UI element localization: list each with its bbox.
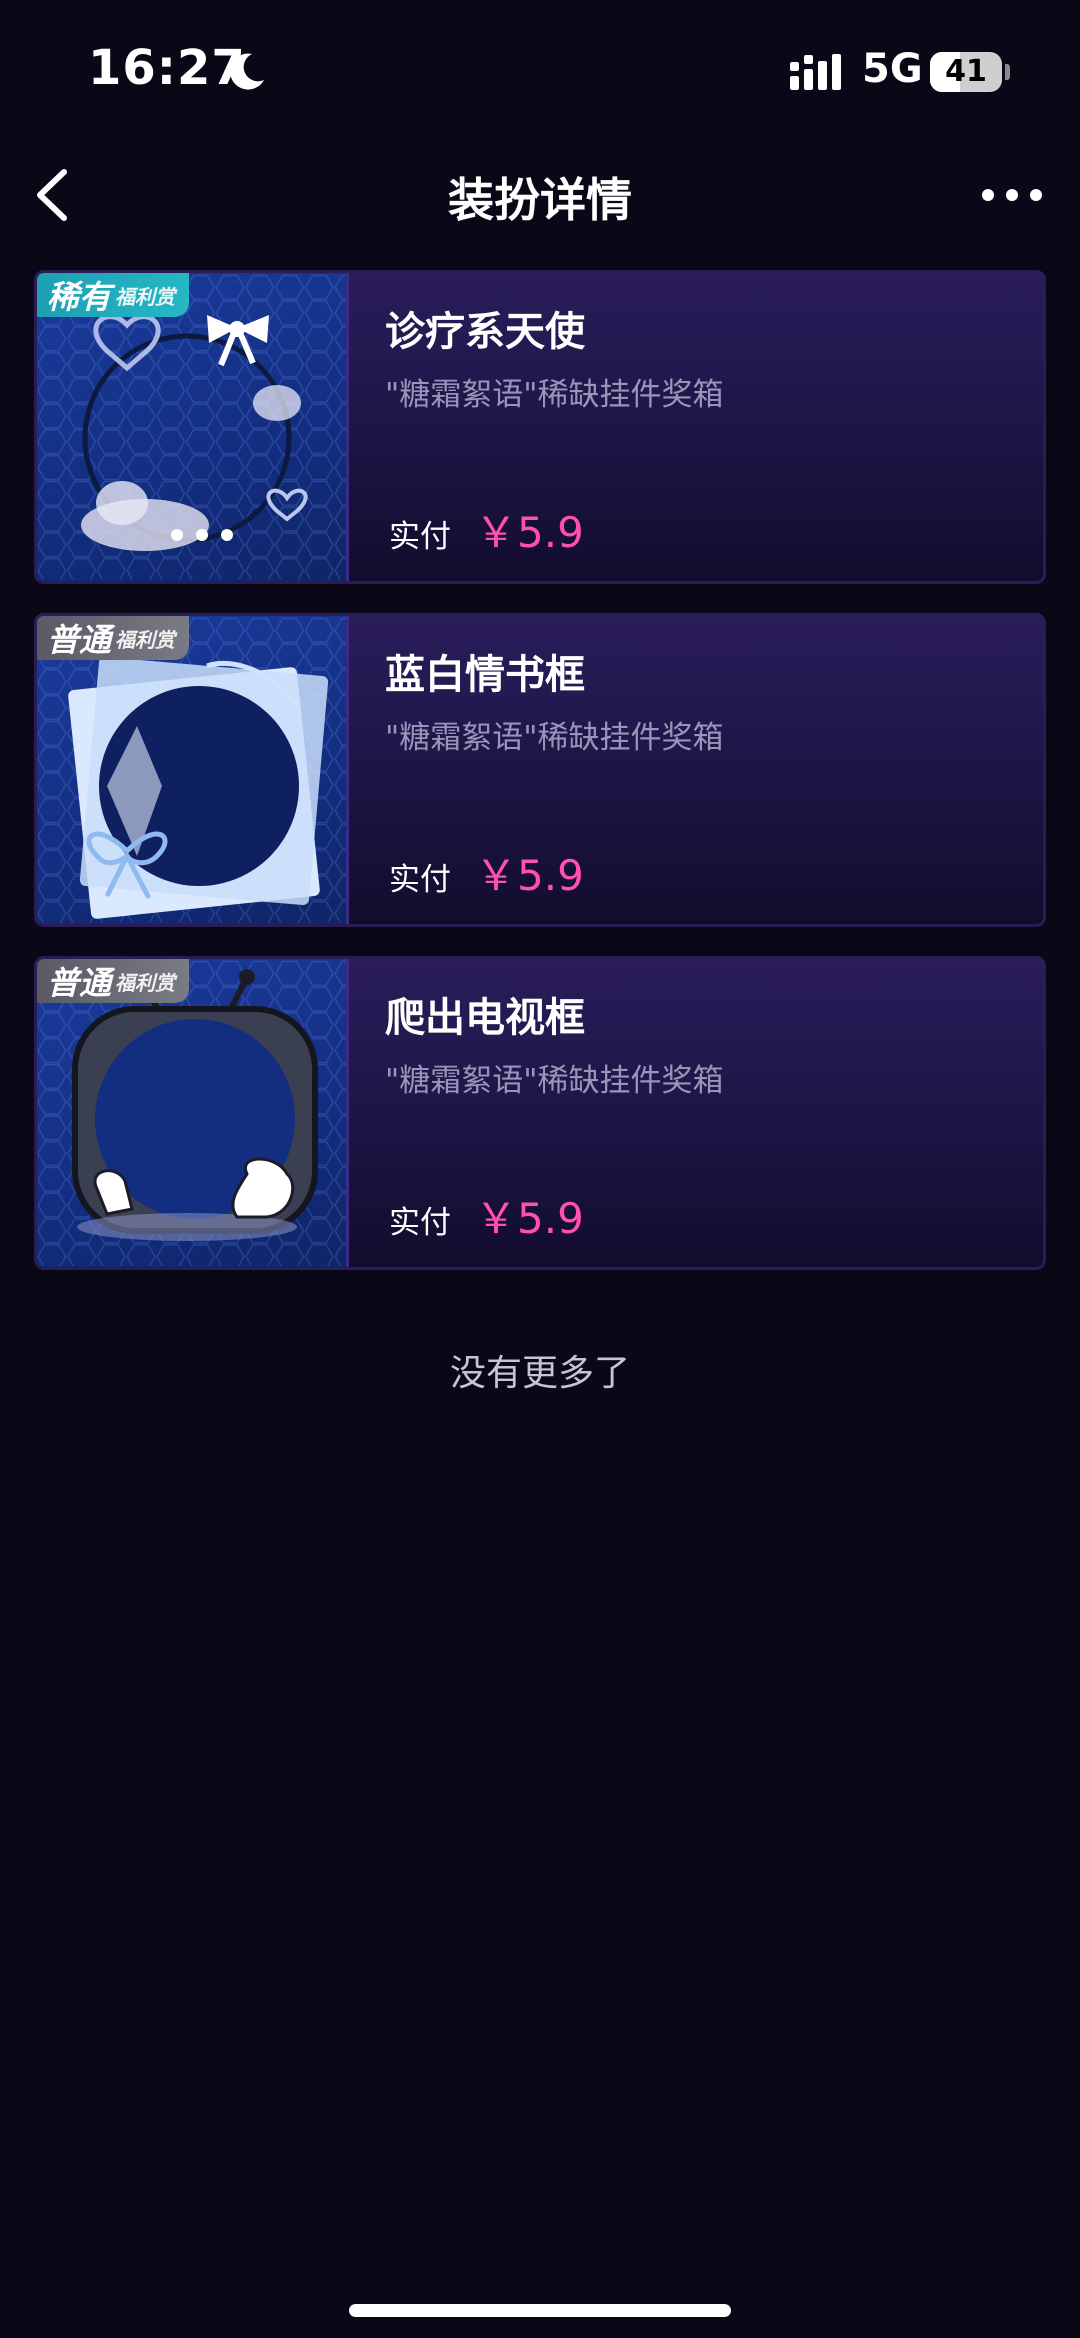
- rarity-label: 普通: [47, 964, 112, 1002]
- home-indicator[interactable]: [349, 2304, 731, 2317]
- price-value: ￥5.9: [475, 851, 584, 900]
- screen: 16:27 5G 41 装扮详情 稀有 福利赏 诊疗系天使 "糖霜絮语"稀缺挂件…: [0, 0, 1080, 2338]
- rarity-sublabel: 福利赏: [115, 970, 176, 995]
- item-card[interactable]: 普通 福利赏 蓝白情书框 "糖霜絮语"稀缺挂件奖箱 实付 ￥5.9: [34, 613, 1046, 927]
- end-of-list-text: 没有更多了: [449, 1353, 630, 1394]
- item-info: 爬出电视框 "糖霜絮语"稀缺挂件奖箱 实付 ￥5.9: [385, 959, 1043, 1267]
- rarity-sublabel: 福利赏: [115, 284, 176, 309]
- item-name: 蓝白情书框: [385, 652, 585, 698]
- item-name: 爬出电视框: [385, 995, 585, 1041]
- back-chevron-icon[interactable]: [24, 160, 94, 230]
- item-source: "糖霜絮语"稀缺挂件奖箱: [385, 377, 724, 413]
- item-thumbnail: 普通 福利赏: [37, 959, 349, 1267]
- tv-frame-art: [72, 969, 318, 1241]
- page-title: 装扮详情: [448, 173, 632, 227]
- rarity-badge: 稀有 福利赏: [37, 273, 190, 317]
- rarity-badge: 普通 福利赏: [37, 616, 190, 660]
- item-name: 诊疗系天使: [385, 309, 585, 355]
- item-info: 诊疗系天使 "糖霜絮语"稀缺挂件奖箱 实付 ￥5.9: [385, 273, 1043, 581]
- price-value: ￥5.9: [475, 508, 584, 557]
- rarity-sublabel: 福利赏: [115, 627, 176, 652]
- price-value: ￥5.9: [475, 1194, 584, 1243]
- rarity-label: 普通: [47, 621, 112, 659]
- rarity-badge: 普通 福利赏: [37, 959, 190, 1003]
- rarity-label: 稀有: [47, 278, 112, 316]
- price-label: 实付: [389, 862, 451, 898]
- price-label: 实付: [389, 1205, 451, 1241]
- item-card[interactable]: 普通 福利赏 爬出电视框 "糖霜絮语"稀缺挂件奖箱 实付 ￥5.9: [34, 956, 1046, 1270]
- item-thumbnail: 稀有 福利赏: [37, 273, 349, 581]
- item-source: "糖霜絮语"稀缺挂件奖箱: [385, 1063, 724, 1099]
- item-list: 稀有 福利赏 诊疗系天使 "糖霜絮语"稀缺挂件奖箱 实付 ￥5.9 普通 福利赏…: [34, 270, 1046, 1299]
- more-horizontal-icon[interactable]: [972, 170, 1052, 220]
- battery-cap: [1005, 64, 1010, 80]
- signal-icon: [790, 54, 841, 90]
- battery-indicator: 41: [930, 52, 1002, 92]
- item-thumbnail: 普通 福利赏: [37, 616, 349, 924]
- angel-frame-art: [81, 314, 308, 551]
- item-source: "糖霜絮语"稀缺挂件奖箱: [385, 720, 724, 756]
- nav-bar: 装扮详情: [0, 140, 1080, 250]
- item-info: 蓝白情书框 "糖霜絮语"稀缺挂件奖箱 实付 ￥5.9: [385, 616, 1043, 924]
- love-letter-frame-art: [68, 656, 329, 919]
- status-bar: 16:27 5G 41: [0, 0, 1080, 140]
- moon-icon: [230, 53, 264, 90]
- price-label: 实付: [389, 519, 451, 555]
- item-card[interactable]: 稀有 福利赏 诊疗系天使 "糖霜絮语"稀缺挂件奖箱 实付 ￥5.9: [34, 270, 1046, 584]
- status-time: 16:27: [88, 40, 246, 96]
- network-type: 5G: [862, 46, 923, 92]
- battery-percent: 41: [945, 54, 987, 89]
